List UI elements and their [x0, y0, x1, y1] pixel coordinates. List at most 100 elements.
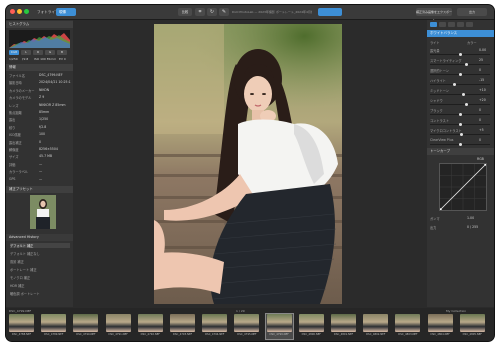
preset-item[interactable]: デフォルト 補正	[10, 243, 70, 248]
info-label: 撮影日時	[9, 81, 22, 86]
zoom-window-icon[interactable]	[24, 9, 29, 14]
info-label: GPS	[9, 176, 16, 181]
thumbnail-image	[266, 314, 292, 332]
slider-track[interactable]	[430, 122, 490, 126]
slider-handle[interactable]	[458, 122, 462, 126]
thumbnail[interactable]: DSC_4801.NEF	[330, 314, 357, 339]
info-value: 8256×5504	[39, 147, 58, 151]
slider-value[interactable]: -15	[479, 78, 484, 82]
view-mode-button[interactable]	[318, 8, 342, 16]
thumbnail[interactable]: DSC_4788.NEF	[8, 314, 35, 339]
thumbnail[interactable]: DSC_4792.NEF	[137, 314, 164, 339]
thumbnail[interactable]: DSC_4795.NEF	[233, 314, 260, 339]
histogram-header[interactable]: ヒストグラム	[6, 21, 73, 28]
repair-tool-icon[interactable]: ✎	[219, 8, 229, 16]
slider-handle[interactable]	[458, 142, 462, 146]
output-button[interactable]: 出力	[457, 8, 487, 16]
tone-curve-header[interactable]: トーンカーブ	[427, 148, 494, 155]
thumbnail[interactable]: DSC_4791.NEF	[105, 314, 132, 339]
detail-tab-icon[interactable]	[448, 22, 455, 27]
correction-tab-icon[interactable]	[430, 22, 437, 27]
slider-value[interactable]: 0	[479, 108, 481, 112]
thumbnail-image	[202, 314, 228, 332]
thumbnail-image	[395, 314, 421, 332]
geometry-tab-icon[interactable]	[457, 22, 464, 27]
slider-label: スマートライティング	[430, 59, 462, 63]
slider-handle[interactable]	[458, 112, 462, 116]
slider-value[interactable]: 0	[479, 138, 481, 142]
slider-track[interactable]	[430, 132, 490, 136]
slider-handle[interactable]	[459, 132, 463, 136]
histogram-channel-button[interactable]: B	[57, 50, 67, 55]
curve-row-value[interactable]: 0 / 255	[467, 225, 478, 229]
thumbnail-image	[73, 314, 99, 332]
preset-item[interactable]: 暖色調 ポートレート	[10, 291, 70, 296]
preset-item[interactable]: モノクロ 補正	[10, 275, 70, 280]
thumbnail[interactable]: DSC_4803.NEF	[394, 314, 421, 339]
slider-handle[interactable]	[458, 52, 462, 56]
thumbnail[interactable]: DSC_4789.NEF	[40, 314, 67, 339]
thumbnail[interactable]: DSC_4802.NEF	[362, 314, 389, 339]
info-value: —	[39, 176, 43, 181]
slider-track[interactable]	[430, 92, 490, 96]
minimize-window-icon[interactable]	[17, 9, 22, 14]
thumbnail-label: DSC_4805.NEF	[462, 333, 482, 336]
histogram-channel-buttons: RGB L R G B	[9, 50, 70, 55]
preset-item[interactable]: HDR 補正	[10, 283, 70, 288]
slider-handle[interactable]	[461, 92, 465, 96]
histogram-channel-button[interactable]: G	[45, 50, 55, 55]
histogram-channel-button[interactable]: R	[33, 50, 43, 55]
thumbnail-label: DSC_4788.NEF	[11, 333, 32, 336]
white-balance-header[interactable]: ホワイトバランス	[427, 30, 494, 37]
thumbnail[interactable]: DSC_4805.NEF	[459, 314, 486, 339]
crop-tool-icon[interactable]: ⌗	[195, 8, 205, 16]
slider-track[interactable]	[430, 102, 490, 106]
info-value: Z 9	[39, 95, 45, 100]
thumbnail[interactable]: DSC_4793.NEF	[169, 314, 196, 339]
exif-value: 1/250	[9, 57, 18, 61]
thumbnail[interactable]: DSC_4790.NEF	[72, 314, 99, 339]
slider-track[interactable]	[430, 72, 490, 76]
tab-develop[interactable]: 現像	[56, 8, 76, 16]
rotate-tool-icon[interactable]: ↻	[207, 8, 217, 16]
image-canvas[interactable]	[74, 20, 426, 307]
local-adjust-tab-icon[interactable]	[466, 22, 473, 27]
preset-item[interactable]: デフォルト 補正なし	[10, 251, 70, 256]
preset-item[interactable]: ポートレート 補正	[10, 267, 70, 272]
slider-value[interactable]: 25	[479, 58, 483, 62]
slider-value[interactable]: 0.00	[479, 48, 486, 52]
preset-header[interactable]: 補正プリセット	[6, 186, 73, 193]
close-window-icon[interactable]	[10, 9, 15, 14]
curve-channel-select[interactable]: RGB	[477, 157, 484, 161]
thumbnail[interactable]: DSC_4799.NEF	[264, 313, 294, 340]
slider-track[interactable]	[430, 112, 490, 116]
slider-value[interactable]: 0	[479, 118, 481, 122]
compare-button[interactable]: 比較	[178, 8, 192, 16]
slider-value[interactable]: +10	[479, 88, 486, 92]
color-tab-icon[interactable]	[439, 22, 446, 27]
advanced-history-header[interactable]: Advanced History	[6, 234, 73, 241]
slider-handle[interactable]	[464, 102, 468, 106]
thumbnail[interactable]: DSC_4794.NEF	[201, 314, 228, 339]
thumbnail-image	[137, 314, 163, 332]
slider-track[interactable]	[430, 82, 490, 86]
slider-track[interactable]	[430, 62, 490, 66]
thumbnail[interactable]: DSC_4804.NEF	[427, 314, 454, 339]
collection-label[interactable]: My Collection	[446, 309, 466, 313]
slider-track[interactable]	[430, 142, 490, 146]
export-button[interactable]: 補正済み画像をエクスポート	[416, 8, 452, 22]
thumbnail[interactable]: DSC_4800.NEF	[298, 314, 325, 339]
curve-row-value[interactable]: 1.00	[467, 216, 474, 220]
slider-value[interactable]: +5	[479, 128, 484, 132]
histogram-channel-button[interactable]: L	[21, 50, 31, 55]
slider-handle[interactable]	[452, 82, 456, 86]
slider-handle[interactable]	[464, 62, 468, 66]
tone-curve-graph[interactable]	[439, 163, 487, 211]
preset-item[interactable]: 風景 補正	[10, 259, 70, 264]
histogram-channel-button[interactable]: RGB	[9, 50, 19, 55]
info-header[interactable]: 情報	[6, 64, 73, 71]
slider-handle[interactable]	[458, 72, 462, 76]
slider-value[interactable]: 0	[479, 68, 481, 72]
slider-track[interactable]	[430, 52, 490, 56]
slider-value[interactable]: +20	[479, 98, 486, 102]
